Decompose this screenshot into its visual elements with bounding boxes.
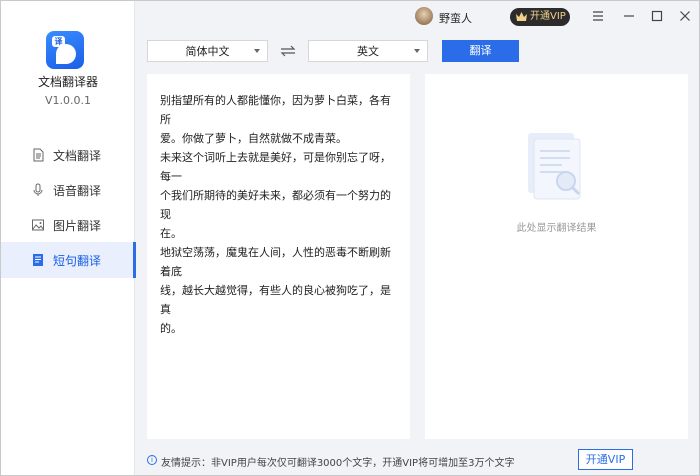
footer-open-vip-button[interactable]: 开通VIP [578,449,633,470]
app-version: V1.0.0.1 [44,94,91,107]
app-window: 译 文档翻译器 V1.0.0.1 文档翻译 语音翻译 图片翻译 短句翻译 野蛮人… [0,0,700,476]
chevron-down-icon [414,49,420,53]
tip-text: 友情提示：非VIP用户每次仅可翻译3000个文字，开通VIP将可增加至3万个文字 [161,458,515,469]
open-vip-button[interactable]: 开通VIP [510,8,570,26]
footer: i 友情提示：非VIP用户每次仅可翻译3000个文字，开通VIP将可增加至3万个… [135,445,699,475]
source-text-area[interactable]: 别指望所有的人都能懂你，因为萝卜白菜，各有所 爱。你做了萝卜，自然就做不成青菜。… [160,91,400,338]
sidebar-item-image-translate[interactable]: 图片翻译 [1,207,135,243]
source-language-select[interactable]: 简体中文 [147,40,268,62]
sidebar: 译 文档翻译器 V1.0.0.1 文档翻译 语音翻译 图片翻译 短句翻译 [1,1,136,475]
sidebar-item-label: 语音翻译 [53,183,102,198]
close-icon[interactable] [678,9,692,23]
sidebar-item-label: 短句翻译 [53,253,102,268]
image-icon [31,218,45,232]
sidebar-item-voice-translate[interactable]: 语音翻译 [1,172,135,208]
app-name: 文档翻译器 [37,75,98,89]
sidebar-item-document-translate[interactable]: 文档翻译 [1,137,135,173]
translate-button[interactable]: 翻译 [442,40,519,62]
swap-languages-icon[interactable] [280,45,296,57]
document-icon [31,148,45,162]
result-placeholder: 此处显示翻译结果 [516,223,597,234]
result-panel: 此处显示翻译结果 [425,74,688,439]
app-logo: 译 [46,31,84,69]
bird-icon [56,44,76,64]
title-bar: 野蛮人 开通VIP [135,1,699,31]
target-language-select[interactable]: 英文 [308,40,428,62]
microphone-icon [31,183,45,197]
vip-button-label: 开通VIP [530,11,566,22]
chevron-down-icon [254,49,260,53]
menu-icon[interactable] [591,9,605,23]
sidebar-item-label: 图片翻译 [53,218,102,233]
crown-icon [516,12,527,21]
source-language-value: 简体中文 [185,45,230,58]
text-document-icon [31,253,45,267]
info-icon: i [147,455,157,465]
empty-document-search-icon [528,133,581,200]
maximize-icon[interactable] [650,9,664,23]
avatar[interactable] [415,7,433,25]
target-language-value: 英文 [357,45,379,58]
sidebar-item-sentence-translate[interactable]: 短句翻译 [1,242,136,278]
source-text-panel[interactable]: 别指望所有的人都能懂你，因为萝卜白菜，各有所 爱。你做了萝卜，自然就做不成青菜。… [147,74,410,439]
username[interactable]: 野蛮人 [439,10,472,26]
minimize-icon[interactable] [622,9,636,23]
sidebar-item-label: 文档翻译 [53,148,102,163]
